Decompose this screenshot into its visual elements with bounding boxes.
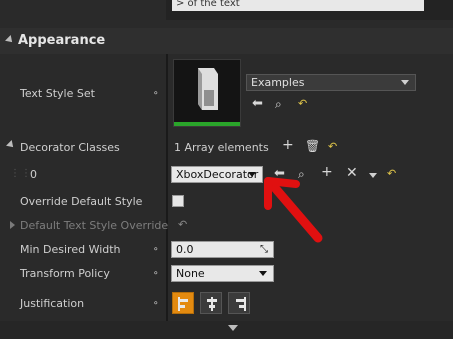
asset-color-bar bbox=[174, 122, 240, 126]
align-right-icon bbox=[244, 297, 246, 311]
justify-left-button[interactable] bbox=[172, 292, 194, 314]
align-bar bbox=[207, 299, 217, 302]
previous-row-label-cell bbox=[0, 0, 166, 20]
chevron-down-icon[interactable] bbox=[228, 325, 238, 331]
asset-thumbnail[interactable] bbox=[173, 59, 241, 127]
justify-center-button[interactable] bbox=[200, 292, 222, 314]
category-title: Appearance bbox=[18, 33, 106, 48]
advanced-expander[interactable] bbox=[0, 321, 453, 339]
justification-label: Justification bbox=[20, 297, 85, 310]
reset-icon[interactable]: ⚬ bbox=[152, 269, 160, 279]
decorator-class-value: XboxDecorator bbox=[176, 168, 259, 181]
min-desired-width-value: 0.0 bbox=[176, 243, 194, 256]
element-options-icon[interactable] bbox=[369, 173, 377, 178]
previous-row: > of the text bbox=[0, 0, 453, 20]
chevron-down-icon bbox=[259, 271, 267, 276]
decorator-classes-row: Decorator Classes 1 Array elements + 🗑 ↶ bbox=[0, 138, 453, 158]
insert-element-icon[interactable]: + bbox=[321, 165, 333, 179]
default-text-style-override-label: Default Text Style Override bbox=[20, 219, 169, 232]
justify-right-button[interactable] bbox=[228, 292, 250, 314]
data-table-icon bbox=[174, 60, 240, 122]
browse-class-icon[interactable]: ⌕ bbox=[298, 168, 305, 180]
min-desired-width-input[interactable]: 0.0 ⤡ bbox=[171, 241, 274, 258]
reset-to-default-icon[interactable]: ↶ bbox=[298, 98, 307, 110]
align-bar bbox=[239, 305, 244, 308]
text-style-set-value: Examples bbox=[251, 76, 305, 89]
details-panel: > of the text Appearance Text Style Set … bbox=[0, 0, 453, 339]
previous-text-field[interactable]: > of the text bbox=[172, 0, 424, 11]
delete-all-icon[interactable]: 🗑 bbox=[305, 140, 320, 152]
chevron-down-icon bbox=[401, 80, 409, 85]
transform-policy-row: Transform Policy ⚬ None bbox=[0, 264, 453, 284]
override-default-style-row: Override Default Style bbox=[0, 192, 453, 212]
use-selected-asset-icon[interactable]: ⬅ bbox=[252, 97, 263, 110]
browse-asset-icon[interactable]: ⌕ bbox=[275, 98, 282, 110]
default-text-style-override-row: Default Text Style Override ↶ bbox=[0, 216, 453, 236]
align-bar bbox=[180, 299, 188, 302]
align-bar bbox=[209, 305, 215, 308]
reset-to-default-icon[interactable]: ↶ bbox=[387, 168, 396, 180]
remove-element-icon[interactable]: ✕ bbox=[346, 166, 358, 180]
reset-icon[interactable]: ⚬ bbox=[152, 299, 160, 309]
text-style-set-label: Text Style Set bbox=[20, 87, 95, 100]
collapse-arrow-icon[interactable] bbox=[5, 35, 15, 45]
text-style-set-dropdown[interactable]: Examples bbox=[246, 74, 416, 91]
transform-policy-label: Transform Policy bbox=[20, 267, 110, 280]
reset-to-default-icon[interactable]: ↶ bbox=[328, 141, 337, 153]
array-count: 1 Array elements bbox=[174, 141, 269, 154]
array-element-row: ⋮⋮ 0 XboxDecorator ⬅ ⌕ + ✕ ↶ bbox=[0, 164, 453, 186]
justification-row: Justification ⚬ bbox=[0, 292, 453, 316]
transform-policy-dropdown[interactable]: None bbox=[171, 265, 274, 282]
decorator-class-dropdown[interactable]: XboxDecorator bbox=[171, 166, 263, 183]
drag-handle-icon[interactable]: ⋮⋮ bbox=[10, 168, 32, 179]
min-desired-width-row: Min Desired Width ⚬ 0.0 ⤡ bbox=[0, 240, 453, 260]
use-selected-class-icon[interactable]: ⬅ bbox=[274, 167, 285, 180]
add-element-icon[interactable]: + bbox=[282, 138, 294, 152]
align-bar bbox=[180, 305, 185, 308]
expand-arrow-icon[interactable] bbox=[6, 140, 16, 150]
element-index: 0 bbox=[30, 168, 37, 181]
expand-arrow-icon[interactable] bbox=[10, 221, 15, 229]
reset-to-default-icon[interactable]: ↶ bbox=[178, 219, 187, 231]
override-default-style-label: Override Default Style bbox=[20, 195, 143, 208]
appearance-category-header[interactable]: Appearance bbox=[0, 28, 453, 54]
resize-arrow-icon[interactable]: ⤡ bbox=[260, 242, 268, 257]
decorator-classes-label: Decorator Classes bbox=[20, 141, 120, 154]
reset-icon[interactable]: ⚬ bbox=[152, 245, 160, 255]
min-desired-width-label: Min Desired Width bbox=[20, 243, 121, 256]
chevron-down-icon bbox=[248, 172, 256, 177]
reset-icon[interactable]: ⚬ bbox=[152, 89, 160, 99]
override-default-style-checkbox[interactable] bbox=[172, 195, 184, 207]
align-bar bbox=[236, 299, 244, 302]
transform-policy-value: None bbox=[176, 267, 205, 280]
